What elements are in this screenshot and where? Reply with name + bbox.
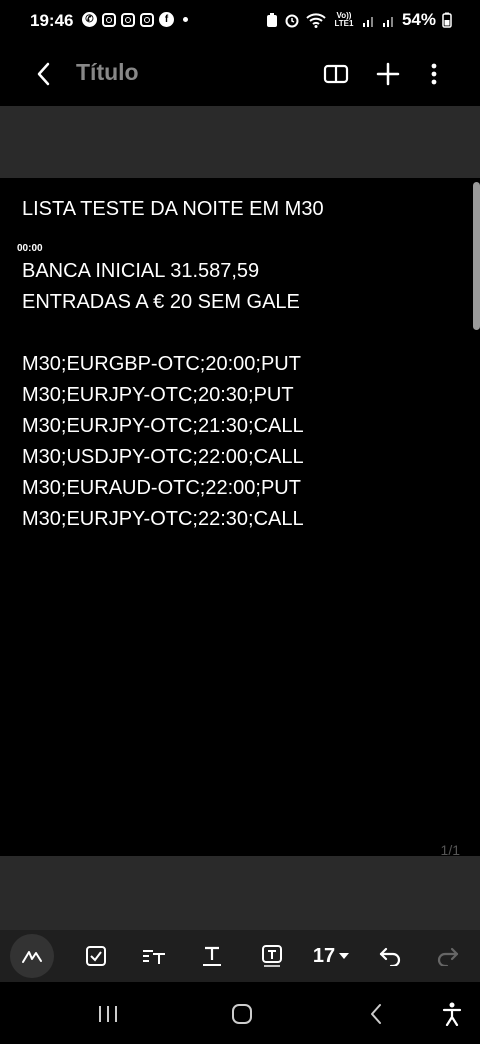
whatsapp-icon: ✆ [82, 12, 97, 27]
app-bar: Título [0, 42, 480, 106]
bottom-band [0, 856, 480, 930]
note-line[interactable]: BANCA INICIAL 31.587,59 [22, 256, 324, 287]
system-icons: Vo)) LTE1 54% [266, 10, 452, 30]
note-line[interactable] [22, 225, 324, 256]
text-box-icon [262, 945, 282, 967]
home-button[interactable] [222, 994, 262, 1034]
pen-button[interactable] [10, 934, 54, 978]
header-band [0, 106, 480, 178]
status-time: 19:46 [30, 11, 74, 30]
editing-toolbar: 17 [0, 930, 480, 982]
reading-mode-button[interactable] [320, 58, 352, 90]
add-button[interactable] [372, 58, 404, 90]
facebook-icon: f [159, 12, 174, 27]
system-nav-bar [0, 982, 480, 1044]
page-title[interactable]: Título [76, 59, 139, 86]
text-box-button[interactable] [252, 936, 292, 976]
instagram-icon [140, 12, 154, 27]
font-size-value: 17 [312, 944, 336, 967]
back-button[interactable] [28, 58, 60, 90]
note-page[interactable]: LISTA TESTE DA NOITE EM M30 BANCA INICIA… [0, 178, 480, 858]
undo-icon [379, 947, 401, 966]
pen-icon [22, 951, 42, 963]
checkbox-icon [86, 946, 106, 966]
accessibility-button[interactable] [432, 994, 472, 1034]
plus-icon [376, 62, 400, 86]
checkbox-button[interactable] [76, 936, 116, 976]
back-icon [371, 1004, 381, 1024]
instagram-icon [102, 12, 116, 27]
alarm-icon [285, 14, 299, 28]
more-options-button[interactable] [418, 58, 450, 90]
nav-back-button[interactable] [356, 994, 396, 1034]
chevron-down-icon [339, 953, 350, 959]
redo-icon [437, 947, 459, 966]
wifi-icon [306, 13, 326, 28]
battery-icon [442, 12, 452, 28]
note-line[interactable]: ENTRADAS A € 20 SEM GALE [22, 287, 324, 318]
volte-icon: Vo)) LTE1 [334, 11, 354, 28]
note-line[interactable]: LISTA TESTE DA NOITE EM M30 [22, 194, 324, 225]
signal-icon [362, 17, 373, 27]
signal-icon [382, 17, 393, 27]
font-size-select[interactable]: 17 [306, 936, 356, 976]
note-line[interactable]: M30;EURJPY-OTC;22:30;CALL [22, 504, 324, 535]
book-icon [323, 64, 349, 84]
recording-timer: 00:00 [16, 242, 44, 255]
note-line[interactable]: M30;EURAUD-OTC;22:00;PUT [22, 473, 324, 504]
note-text[interactable]: LISTA TESTE DA NOITE EM M30 BANCA INICIA… [22, 194, 324, 535]
note-line[interactable]: M30;EURJPY-OTC;20:30;PUT [22, 380, 324, 411]
scrollbar[interactable] [473, 182, 480, 330]
battery-saver-icon [266, 13, 277, 27]
note-line[interactable]: M30;EURGBP-OTC;20:00;PUT [22, 349, 324, 380]
chevron-left-icon [37, 62, 50, 86]
redo-button[interactable] [428, 936, 468, 976]
underline-text-icon [203, 946, 221, 966]
dot-icon [183, 17, 188, 22]
recents-icon [99, 1006, 117, 1022]
text-style-button[interactable] [134, 936, 174, 976]
text-style-icon [143, 950, 165, 964]
home-icon [232, 1004, 252, 1024]
accessibility-icon [442, 1002, 462, 1026]
status-bar: 19:46 ✆ f Vo)) LTE1 54% [0, 0, 480, 42]
notification-icons: ✆ f [82, 12, 188, 27]
text-format-button[interactable] [192, 936, 232, 976]
note-line[interactable] [22, 318, 324, 349]
note-line[interactable]: M30;USDJPY-OTC;22:00;CALL [22, 442, 324, 473]
more-vert-icon [431, 63, 437, 85]
recents-button[interactable] [88, 994, 128, 1034]
note-line[interactable]: M30;EURJPY-OTC;21:30;CALL [22, 411, 324, 442]
instagram-icon [121, 12, 135, 27]
battery-percent: 54% [401, 10, 436, 29]
undo-button[interactable] [370, 936, 410, 976]
